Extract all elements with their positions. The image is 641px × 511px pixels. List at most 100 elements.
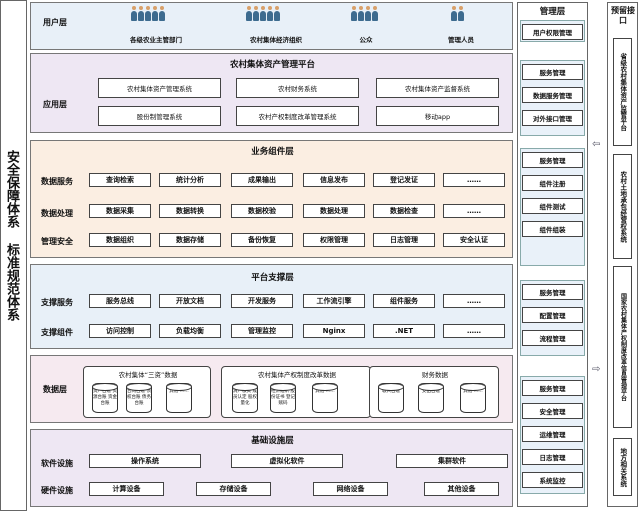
app-system-box: 农村集体资产监督系统 <box>376 78 499 98</box>
management-item: 运维管理 <box>522 426 583 442</box>
user-label: 管理人员 <box>448 36 474 44</box>
infra-item-box: 集群软件 <box>396 454 508 468</box>
management-title: 管理层 <box>539 7 566 17</box>
platform-row-label: 支撑服务 <box>41 298 73 307</box>
platform-support-layer: 平台支撑层 支撑服务 支撑组件 服务总线 开放文档 开发服务 工作流引擎 组件服务 …… 访… <box>30 264 513 349</box>
management-group: 用户权限管理 <box>520 20 585 42</box>
component-box: 安全认证 <box>443 233 505 247</box>
arrow-right-icon: ⇨ <box>592 364 601 375</box>
database-cylinder: 合同台账 债权台账 债务台账 <box>126 383 152 413</box>
platform-layer-title: 平台支撑层 <box>251 273 294 283</box>
component-box: 服务总线 <box>89 294 151 308</box>
management-item: 安全管理 <box>522 403 583 419</box>
management-group: 服务管理 配置管理 流程管理 <box>520 280 585 356</box>
component-box: 数据组织 <box>89 233 151 247</box>
component-box: 数据转换 <box>159 204 221 218</box>
component-box: 登记发证 <box>373 173 435 187</box>
management-group: 服务管理 安全管理 运维管理 日志管理 系统监控 <box>520 376 585 494</box>
user-label: 农村集体经济组织 <box>250 36 302 44</box>
database-cylinder: 其他 …… <box>312 383 338 413</box>
component-box: …… <box>443 204 505 218</box>
infra-row-label: 硬件设施 <box>41 486 73 495</box>
component-box: …… <box>443 294 505 308</box>
arrow-left-icon: ⇦ <box>592 139 601 150</box>
reserved-interface-box: 地方相关系统 <box>613 438 632 496</box>
database-cylinder: 清产核资 成员认定 股权量化 <box>232 383 258 413</box>
management-item: 服务管理 <box>522 152 583 168</box>
component-box: 统计分析 <box>159 173 221 187</box>
data-group-title: 财务数据 <box>422 371 448 379</box>
users-icon <box>246 6 280 21</box>
component-box: 数据处理 <box>303 204 365 218</box>
management-item: 组件注册 <box>522 175 583 191</box>
reserved-interface-label: 省级农村集体资产监管平台 <box>618 53 627 131</box>
management-item: 流程管理 <box>522 330 583 346</box>
users-icon <box>451 6 464 21</box>
infrastructure-layer: 基础设施层 软件设施 硬件设施 操作系统 虚拟化软件 集群软件 计算设备 存储设… <box>30 429 513 507</box>
business-row-label: 数据服务 <box>41 177 73 186</box>
component-box: 管理监控 <box>231 324 293 338</box>
database-cylinder: 收入台账 <box>378 383 404 413</box>
data-group-title: 农村集体“三资”数据 <box>118 371 178 379</box>
reserved-interface-box: 省级农村集体资产监管平台 <box>613 38 632 146</box>
component-box: 日志管理 <box>373 233 435 247</box>
component-box: 负载均衡 <box>159 324 221 338</box>
app-platform-title: 农村集体资产管理平台 <box>229 60 315 70</box>
management-item: 用户权限管理 <box>522 24 583 40</box>
infra-item-box: 网络设备 <box>313 482 388 496</box>
application-layer: 农村集体资产管理平台 应用层 农村集体资产管理系统 农村财务系统 农村集体资产监… <box>30 53 513 133</box>
app-system-box: 股份制管理系统 <box>98 106 221 126</box>
data-layer-label: 数据层 <box>43 385 67 394</box>
user-label: 公众 <box>359 36 373 44</box>
management-item: 日志管理 <box>522 449 583 465</box>
business-layer-title: 业务组件层 <box>251 147 294 157</box>
user-label: 各级农业主管部门 <box>130 36 182 44</box>
app-system-box: 农村财务系统 <box>236 78 359 98</box>
component-box: 数据采集 <box>89 204 151 218</box>
management-item: 服务管理 <box>522 64 583 80</box>
business-component-layer: 业务组件层 数据服务 数据处理 管理安全 查询检索 统计分析 成果输出 信息发布 登记发… <box>30 140 513 258</box>
component-box: 备份恢复 <box>231 233 293 247</box>
business-row-label: 数据处理 <box>41 209 73 218</box>
management-group: 服务管理组件注册组件测试组件组装 <box>520 148 585 266</box>
reserved-interface-label: 国家农村集体产权制度改革信息管理平台 <box>619 293 627 401</box>
component-box: 开放文档 <box>159 294 221 308</box>
component-box: 权限管理 <box>303 233 365 247</box>
component-box: .NET <box>373 324 435 338</box>
data-group: 财务数据 收入台账 支出台账 其他 …… <box>369 366 499 418</box>
database-cylinder: 其他 …… <box>166 383 192 413</box>
database-cylinder: 支出台账 <box>418 383 444 413</box>
component-box: 数据存储 <box>159 233 221 247</box>
app-system-box: 农村产权制度改革管理系统 <box>236 106 359 126</box>
infra-item-box: 计算设备 <box>89 482 164 496</box>
user-layer-label: 用户层 <box>43 18 67 27</box>
component-box: …… <box>443 173 505 187</box>
app-layer-label: 应用层 <box>43 100 67 109</box>
business-row-label: 管理安全 <box>41 237 73 246</box>
infra-item-box: 操作系统 <box>89 454 201 468</box>
infra-item-box: 虚拟化软件 <box>231 454 343 468</box>
component-box: 成果输出 <box>231 173 293 187</box>
data-group: 农村集体“三资”数据 资产台账 资源台账 资金台账 合同台账 债权台账 债务台账… <box>83 366 211 418</box>
management-item: 组件测试 <box>522 198 583 214</box>
management-item: 对外接口管理 <box>522 110 583 126</box>
data-group-title: 农村集体产权制度改革数据 <box>258 371 336 379</box>
reserved-interface-box: 农村土地承包经营权系统 <box>613 154 632 259</box>
management-group: 服务管理数据服务管理 对外接口管理 <box>520 60 585 136</box>
management-item: 组件组装 <box>522 221 583 237</box>
users-icon <box>351 6 378 21</box>
component-box: Nginx <box>303 324 365 338</box>
database-cylinder: 其他 …… <box>460 383 486 413</box>
management-item: 服务管理 <box>522 380 583 396</box>
infra-item-box: 其他设备 <box>424 482 499 496</box>
management-item: 数据服务管理 <box>522 87 583 103</box>
data-layer: 数据层 农村集体“三资”数据 资产台账 资源台账 资金台账 合同台账 债权台账 … <box>30 355 513 423</box>
database-cylinder: 资产台账 资源台账 资金台账 <box>92 383 118 413</box>
component-box: 组件服务 <box>373 294 435 308</box>
component-box: 数据检查 <box>373 204 435 218</box>
reserved-interface-title: 预留接口 <box>611 6 635 26</box>
data-group: 农村集体产权制度改革数据 清产核资 成员认定 股权量化 经济组织 股份证书 登记… <box>221 366 371 418</box>
component-box: 开发服务 <box>231 294 293 308</box>
component-box: 数据校验 <box>231 204 293 218</box>
database-cylinder: 经济组织 股份证书 登记赋码 <box>270 383 296 413</box>
